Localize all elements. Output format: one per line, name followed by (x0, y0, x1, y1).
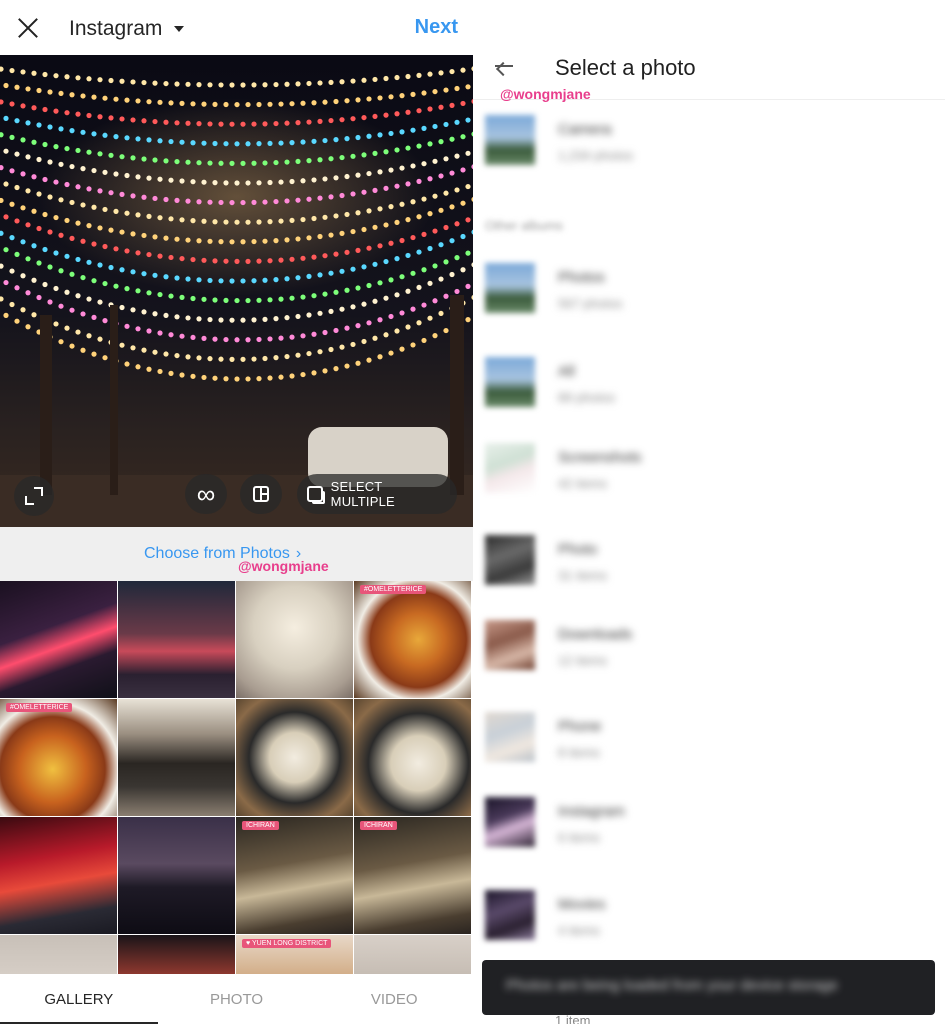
album-count: 12 items (558, 653, 608, 668)
media-tabs: GALLERY PHOTO VIDEO (0, 974, 473, 1024)
album-thumbnail (485, 712, 535, 762)
album-name: Phone (558, 718, 602, 735)
gallery-thumbnail[interactable] (236, 581, 353, 698)
gallery-thumbnail[interactable] (0, 817, 117, 934)
album-count: 31 items (558, 568, 608, 583)
tab-photo[interactable]: PHOTO (158, 974, 316, 1024)
album-name: Downloads (558, 626, 633, 643)
thumbnail-tag: #OMELETTERICE (360, 585, 427, 594)
album-name: Screenshots (558, 449, 642, 466)
album-row[interactable]: Downloads 12 items (473, 620, 945, 700)
thumbnail-tag: #OMELETTERICE (6, 703, 73, 712)
gallery-thumbnail[interactable] (118, 817, 235, 934)
album-thumbnail (485, 620, 535, 670)
album-row[interactable]: Photo 31 items (473, 535, 945, 615)
instagram-gallery-panel: Instagram Next ∞ SELECT MULTIPLE Choose … (0, 0, 473, 1024)
select-photo-header: Select a photo @wongmjane (473, 0, 945, 102)
watermark: @wongmjane (238, 558, 329, 574)
album-count: 567 photos (558, 296, 623, 311)
expand-button[interactable] (14, 476, 54, 516)
gallery-thumbnail[interactable] (0, 581, 117, 698)
photo-preview[interactable]: ∞ SELECT MULTIPLE (0, 55, 473, 527)
section-label: Other albums (485, 218, 564, 233)
gallery-thumbnail[interactable]: #OMELETTERICE (354, 581, 471, 698)
album-thumbnail (485, 443, 535, 493)
album-count: 42 items (558, 476, 608, 491)
album-thumbnail (485, 535, 535, 585)
album-row[interactable]: All 89 photos (473, 357, 945, 437)
thumbnail-tag: ICHIRAN (242, 821, 279, 830)
gallery-thumbnail[interactable]: ICHIRAN (236, 817, 353, 934)
album-name: Camera (558, 121, 612, 138)
gallery-thumbnail[interactable] (236, 699, 353, 816)
album-count: 1,234 photos (558, 148, 634, 163)
thumbnail-tag: ICHIRAN (360, 821, 397, 830)
photo-grid: #OMELETTERICE #OMELETTERICE ICHIRAN ICHIRAN… (0, 581, 473, 974)
album-name: Movies (558, 896, 606, 913)
album-row[interactable]: Instagram 6 items (473, 797, 945, 877)
layout-icon (253, 486, 269, 502)
album-row[interactable]: Screenshots 42 items (473, 443, 945, 523)
album-row[interactable]: Camera 1,234 photos (473, 115, 945, 195)
gallery-thumbnail[interactable] (118, 935, 235, 974)
album-name: Photos (558, 269, 605, 286)
album-count: 89 photos (558, 390, 616, 405)
layout-button[interactable] (240, 474, 282, 514)
page-title: Select a photo (555, 55, 696, 80)
album-count: 1 item (555, 1013, 591, 1024)
select-multiple-button[interactable]: SELECT MULTIPLE (297, 474, 457, 514)
album-thumbnail (485, 115, 535, 165)
snackbar-text: Photos are being loaded from your device… (506, 977, 838, 994)
album-row[interactable]: Photos 567 photos (473, 263, 945, 343)
string-lights-photo (0, 66, 473, 527)
multiple-squares-icon (307, 486, 325, 504)
expand-icon (25, 487, 43, 505)
album-thumbnail (485, 890, 535, 940)
select-photo-panel: Select a photo @wongmjane Other albums C… (473, 0, 945, 1024)
back-arrow-icon[interactable] (491, 52, 519, 80)
gallery-thumbnail[interactable] (118, 699, 235, 816)
watermark: @wongmjane (500, 86, 591, 102)
gallery-thumbnail[interactable] (0, 935, 117, 974)
gallery-thumbnail[interactable] (354, 935, 471, 974)
tab-gallery[interactable]: GALLERY (0, 974, 158, 1024)
gallery-thumbnail[interactable]: ICHIRAN (354, 817, 471, 934)
close-icon[interactable] (12, 12, 44, 44)
album-row[interactable]: Movies 4 items (473, 890, 945, 970)
gallery-thumbnail[interactable] (118, 581, 235, 698)
thumbnail-tag: ♥ YUEN LONG DISTRICT (242, 939, 332, 948)
gallery-thumbnail[interactable] (354, 699, 471, 816)
next-button[interactable]: Next (415, 16, 458, 39)
album-row[interactable]: Phone 8 items (473, 712, 945, 792)
boomerang-button[interactable]: ∞ (185, 474, 227, 514)
album-count: 8 items (558, 745, 600, 760)
gallery-header: Instagram Next (0, 0, 473, 55)
infinity-icon: ∞ (196, 479, 216, 509)
gallery-thumbnail[interactable]: #OMELETTERICE (0, 699, 117, 816)
album-thumbnail (485, 357, 535, 407)
album-count: 4 items (558, 923, 600, 938)
gallery-thumbnail[interactable]: ♥ YUEN LONG DISTRICT (236, 935, 353, 974)
choose-from-photos-row: Choose from Photos › @wongmjane (0, 527, 473, 581)
album-count: 6 items (558, 830, 600, 845)
album-thumbnail (485, 797, 535, 847)
album-name: All (558, 363, 575, 380)
album-name: Instagram (558, 803, 625, 820)
album-title: Instagram (69, 17, 163, 40)
album-selector[interactable]: Instagram (69, 15, 185, 43)
tab-video[interactable]: VIDEO (315, 974, 473, 1024)
album-thumbnail (485, 263, 535, 313)
snackbar: Photos are being loaded from your device… (482, 960, 935, 1015)
caret-down-icon (174, 26, 185, 32)
album-name: Photo (558, 541, 598, 558)
select-multiple-label: SELECT MULTIPLE (330, 479, 395, 509)
